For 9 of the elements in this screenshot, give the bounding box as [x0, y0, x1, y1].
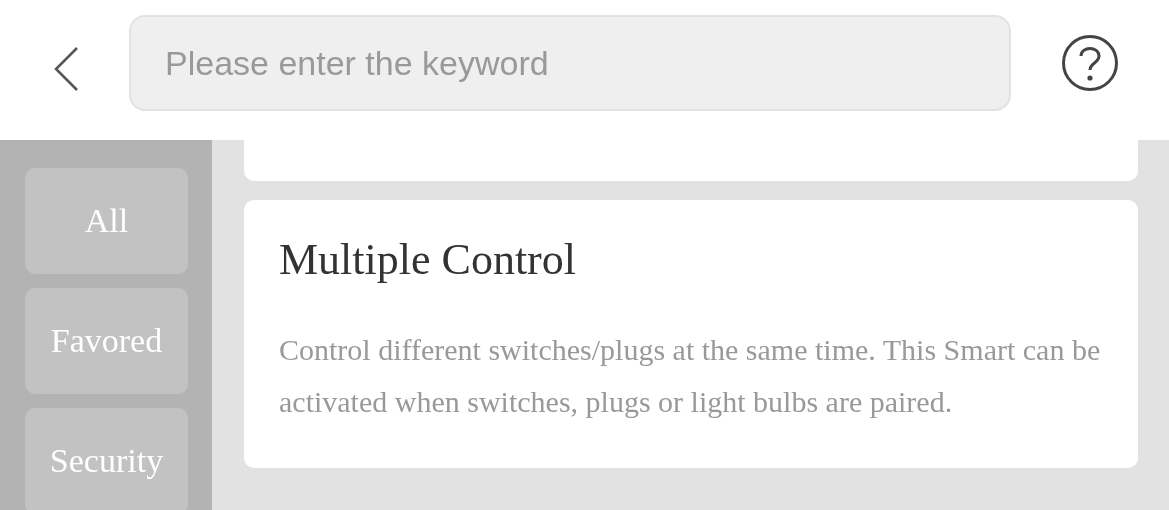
category-tab[interactable]: All [25, 168, 188, 274]
category-tab[interactable]: Security [25, 408, 188, 510]
back-icon[interactable] [53, 46, 79, 92]
smart-card[interactable]: Multiple Control Control different switches/plugs at the same time. This Smart can be activated when switches, plugs or light bulbs are paired. [244, 200, 1138, 468]
category-tab[interactable]: Favored [25, 288, 188, 394]
card-description: Control different switches/plugs at the same time. This Smart can be activated when switches, plugs or light bulbs are paired. [279, 332, 1102, 420]
card-title: Multiple Control [279, 234, 577, 286]
help-icon[interactable] [1061, 34, 1119, 92]
search-field[interactable]: Please enter the keyword [129, 15, 1011, 111]
